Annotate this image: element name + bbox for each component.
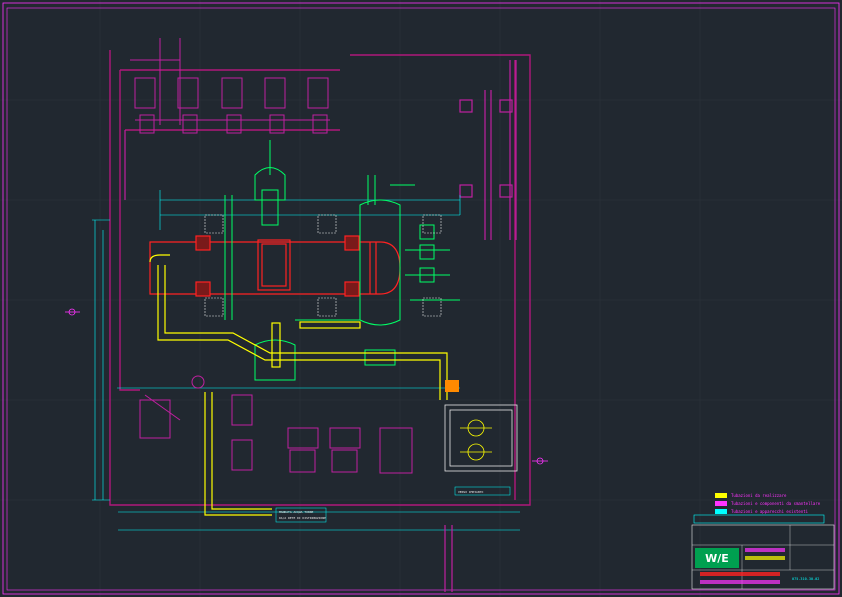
sheet-inner-border <box>6 7 836 591</box>
reference-markers <box>65 308 548 465</box>
right-label: VERSO IMPIANTO <box>458 490 483 494</box>
legend-label-dismantle: Tubazioni e componenti da smantellare <box>731 501 821 506</box>
valve-symbols <box>204 214 442 317</box>
legend: Tubazioni da realizzare Tubazioni e comp… <box>715 493 821 514</box>
heat-exchanger-vessel <box>149 235 401 297</box>
legend-label-existing: Tubazioni e apparecchi esistenti <box>731 509 809 514</box>
lower-pumps <box>139 375 413 474</box>
building-outline <box>109 50 531 506</box>
title-block: W/E 075-310-30-02 <box>691 514 835 590</box>
bottom-label-line2: DA/A RETE DI DISTRIBUZIONE <box>279 516 326 520</box>
green-equipment <box>224 140 460 381</box>
right-pipe-label: VERSO IMPIANTO <box>454 486 511 496</box>
legend-swatch-existing <box>715 509 727 514</box>
background-grid <box>0 0 842 597</box>
legend-label-new: Tubazioni da realizzare <box>731 493 787 498</box>
bottom-pipe-label: MANDATA ACQUA TORRE DA/A RETE DI DISTRIB… <box>275 507 327 523</box>
legend-swatch-new <box>715 493 727 498</box>
orange-fitting <box>445 380 459 392</box>
logo-text: W/E <box>705 552 729 565</box>
cad-drawing-canvas: MANDATA ACQUA TORRE DA/A RETE DI DISTRIB… <box>0 0 842 597</box>
drawing-number: 075-310-30-02 <box>792 577 819 581</box>
right-riser-pipes <box>124 60 517 240</box>
bottom-label-line1: MANDATA ACQUA TORRE <box>279 510 314 514</box>
legend-swatch-dismantle <box>715 501 727 506</box>
pump-skid <box>444 404 518 472</box>
